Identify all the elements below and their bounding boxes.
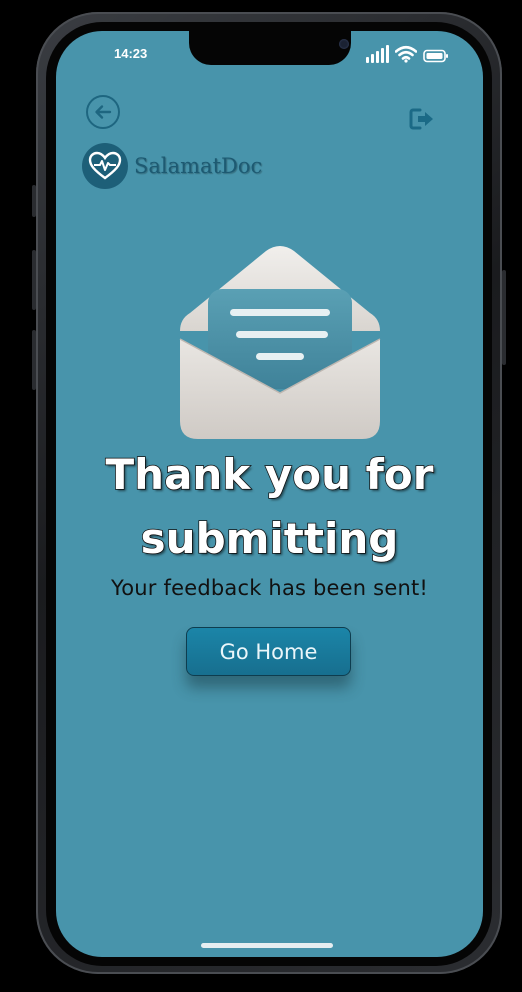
page-title: Thank you for submitting	[56, 443, 483, 571]
brand: SalamatDoc	[82, 143, 262, 189]
front-camera	[339, 39, 349, 49]
status-time: 14:23	[114, 46, 148, 61]
open-envelope-letter-icon	[179, 246, 381, 439]
home-indicator[interactable]	[201, 943, 333, 948]
logout-button[interactable]	[409, 107, 435, 131]
status-icons	[366, 43, 449, 63]
arrow-left-icon	[95, 105, 112, 119]
brand-name: SalamatDoc	[134, 154, 263, 178]
mute-switch	[32, 185, 36, 217]
confirmation-message: Your feedback has been sent!	[110, 576, 429, 600]
wifi-icon	[395, 45, 417, 63]
logout-icon	[409, 108, 433, 130]
heart-pulse-icon	[82, 143, 128, 189]
title-line-2: submitting	[140, 513, 399, 564]
power-button	[502, 270, 506, 365]
go-home-button[interactable]: Go Home	[186, 627, 351, 676]
volume-up-button	[32, 250, 36, 310]
notch	[189, 31, 351, 65]
volume-down-button	[32, 330, 36, 390]
back-button[interactable]	[86, 95, 120, 129]
screen: 14:23 SalamatDoc Thank you for submittin…	[56, 31, 483, 957]
cellular-signal-icon	[366, 45, 389, 63]
battery-icon	[423, 49, 448, 63]
title-line-1: Thank you for	[105, 449, 434, 500]
